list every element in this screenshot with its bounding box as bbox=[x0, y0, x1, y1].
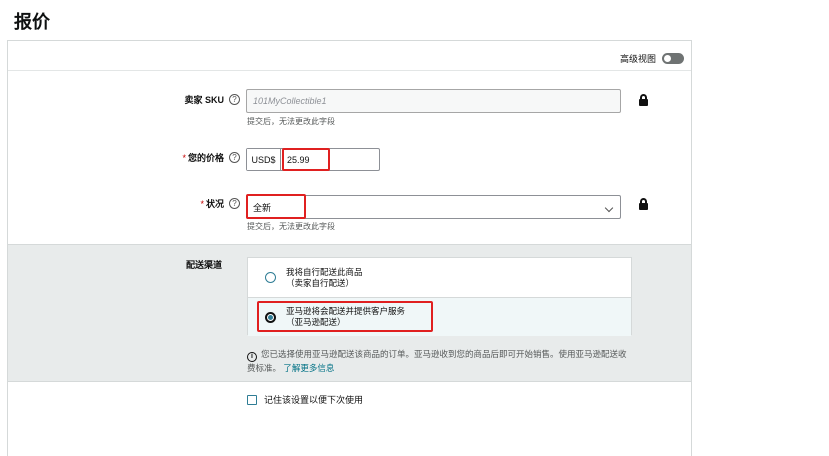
toggle-knob bbox=[664, 55, 671, 62]
shipping-label: 配送渠道 bbox=[186, 260, 223, 270]
shipping-option-text: 我将自行配送此商品 （卖家自行配送） bbox=[286, 267, 363, 289]
page-title: 报价 bbox=[14, 12, 50, 32]
advanced-view-toggle[interactable] bbox=[662, 53, 684, 64]
sku-hint: 提交后，无法更改此字段 bbox=[247, 117, 335, 126]
remember-label: 记住该设置以便下次使用 bbox=[264, 395, 364, 405]
help-icon[interactable]: ? bbox=[229, 198, 240, 209]
condition-hint: 提交后，无法更改此字段 bbox=[247, 222, 335, 231]
advanced-view-toggle-group: 高级视图 bbox=[620, 52, 684, 65]
learn-more-link[interactable]: 了解更多信息 bbox=[283, 363, 334, 373]
divider bbox=[8, 70, 691, 71]
help-icon[interactable]: ? bbox=[229, 94, 240, 105]
option-title: 我将自行配送此商品 bbox=[286, 266, 363, 277]
lock-icon bbox=[639, 94, 648, 106]
option-subtitle: （卖家自行配送） bbox=[286, 277, 355, 288]
shipping-info: i 您已选择使用亚马逊配送该商品的订单。亚马逊收到您的商品后即可开始销售。使用亚马… bbox=[247, 348, 632, 374]
remember-setting[interactable]: 记住该设置以便下次使用 bbox=[247, 393, 363, 406]
condition-label-text: 状况 bbox=[205, 199, 224, 209]
shipping-option-merchant[interactable]: 我将自行配送此商品 （卖家自行配送） bbox=[248, 258, 631, 297]
price-field-label: * 您的价格 ? bbox=[158, 151, 240, 164]
advanced-view-label: 高级视图 bbox=[619, 54, 656, 64]
sku-input[interactable]: 101MyCollectible1 bbox=[246, 89, 621, 113]
condition-field-label: * 状况 ? bbox=[158, 197, 240, 210]
shipping-highlight-box bbox=[257, 301, 433, 332]
shipping-section: 配送渠道 我将自行配送此商品 （卖家自行配送） 亚马逊将会配送并提供客户服务 （… bbox=[8, 244, 691, 382]
sku-placeholder: 101MyCollectible1 bbox=[253, 96, 327, 106]
offer-form-panel: 高级视图 卖家 SKU ? 101MyCollectible1 提交后，无法更改… bbox=[7, 40, 692, 456]
required-marker: * bbox=[200, 199, 204, 209]
price-highlight-box bbox=[282, 148, 330, 171]
required-marker: * bbox=[182, 153, 186, 163]
sku-field-label: 卖家 SKU ? bbox=[158, 93, 240, 106]
condition-highlight-box bbox=[246, 194, 306, 219]
remember-checkbox[interactable] bbox=[247, 394, 257, 405]
price-label-text: 您的价格 bbox=[187, 153, 224, 163]
radio-button[interactable] bbox=[265, 272, 276, 283]
help-icon[interactable]: ? bbox=[229, 152, 240, 163]
chevron-down-icon bbox=[604, 203, 614, 213]
lock-icon bbox=[639, 198, 648, 210]
info-icon: i bbox=[247, 352, 257, 362]
sku-label-text: 卖家 SKU bbox=[184, 95, 224, 105]
currency-prefix: USD$ bbox=[247, 149, 281, 170]
